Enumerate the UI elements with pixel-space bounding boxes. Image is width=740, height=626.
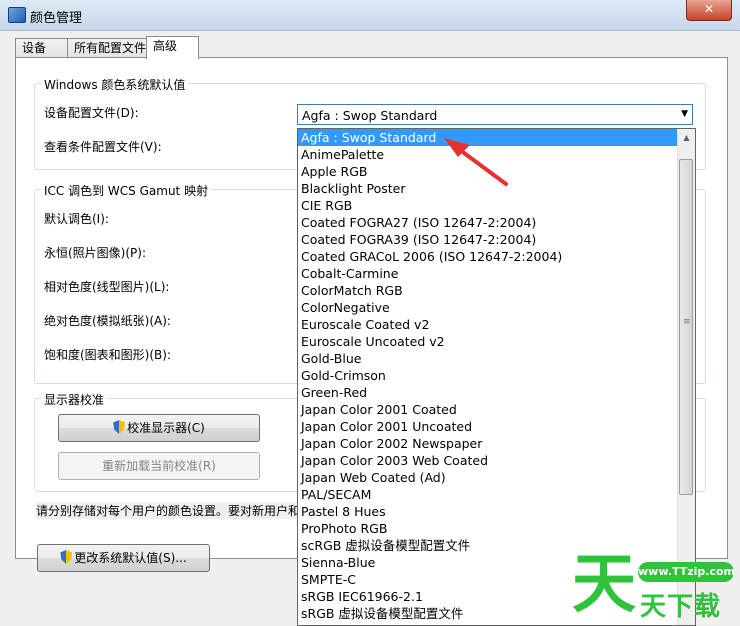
watermark-text: 天下载	[640, 592, 722, 622]
group-title: 显示器校准	[41, 391, 108, 408]
dropdown-option[interactable]: Agfa : Swop Standard	[298, 129, 678, 146]
dropdown-option[interactable]: AnimePalette	[298, 146, 678, 163]
tab-all-profiles[interactable]: 所有配置文件	[67, 38, 158, 58]
scrollbar-thumb[interactable]: ≡	[679, 159, 693, 495]
change-system-defaults-button[interactable]: 更改系统默认值(S)...	[37, 544, 210, 572]
group-title: ICC 调色到 WCS Gamut 映射	[41, 182, 212, 199]
window-title: 颜色管理	[30, 11, 83, 26]
dropdown-option[interactable]: Green-Red	[298, 384, 678, 401]
dropdown-option[interactable]: CIE RGB	[298, 197, 678, 214]
dropdown-option[interactable]: Blacklight Poster	[298, 180, 678, 197]
scroll-up-icon[interactable]: ▲	[678, 129, 695, 146]
dropdown-option[interactable]: Pastel 8 Hues	[298, 503, 678, 520]
dropdown-scrollbar[interactable]: ▲ ≡	[677, 129, 695, 625]
dropdown-option[interactable]: Coated GRACoL 2006 (ISO 12647-2:2004)	[298, 248, 678, 265]
relative-colorimetric-label: 相对色度(线型图片)(L):	[44, 280, 170, 294]
viewing-conditions-label: 查看条件配置文件(V):	[44, 140, 162, 154]
dropdown-option[interactable]: Apple RGB	[298, 163, 678, 180]
tab-advanced[interactable]: 高级	[146, 36, 199, 59]
saturation-label: 饱和度(图表和图形)(B):	[44, 348, 172, 362]
per-user-note: 请分别存储对每个用户的颜色设置。要对新用户和	[36, 502, 298, 519]
dropdown-option[interactable]: ColorNegative	[298, 299, 678, 316]
device-profile-select[interactable]: Agfa : Swop Standard ▼	[297, 104, 693, 125]
color-management-window: 颜色管理 ✕ 设备 所有配置文件 高级 Windows 颜色系统默认值 设备配置…	[0, 0, 740, 626]
uac-shield-icon	[113, 420, 126, 434]
reload-calibration-label: 重新加载当前校准(R)	[102, 459, 216, 473]
uac-shield-icon	[60, 550, 73, 564]
dropdown-option[interactable]: PAL/SECAM	[298, 486, 678, 503]
watermark-url: www.TTzip.com	[638, 562, 735, 582]
close-button[interactable]: ✕	[686, 0, 732, 21]
dropdown-option[interactable]: Japan Color 2002 Newspaper	[298, 435, 678, 452]
calibrate-display-button[interactable]: 校准显示器(C)	[58, 414, 260, 442]
default-intent-label: 默认调色(I):	[44, 212, 109, 226]
calibrate-display-label: 校准显示器(C)	[127, 421, 205, 435]
dropdown-option[interactable]: ColorMatch RGB	[298, 282, 678, 299]
selected-profile-value: Agfa : Swop Standard	[302, 108, 438, 123]
dropdown-option[interactable]: Euroscale Uncoated v2	[298, 333, 678, 350]
absolute-colorimetric-label: 绝对色度(模拟纸张)(A):	[44, 314, 171, 328]
dropdown-option[interactable]: ProPhoto RGB	[298, 520, 678, 537]
tab-devices[interactable]: 设备	[15, 38, 68, 58]
perceptual-label: 永恒(照片图像)(P):	[44, 246, 147, 260]
dropdown-option[interactable]: Gold-Crimson	[298, 367, 678, 384]
group-title: Windows 颜色系统默认值	[41, 76, 189, 93]
dropdown-option[interactable]: Coated FOGRA27 (ISO 12647-2:2004)	[298, 214, 678, 231]
dropdown-option[interactable]: Euroscale Coated v2	[298, 316, 678, 333]
device-profile-label: 设备配置文件(D):	[44, 106, 139, 120]
dropdown-option[interactable]: Cobalt-Carmine	[298, 265, 678, 282]
dropdown-option[interactable]: Japan Color 2001 Uncoated	[298, 418, 678, 435]
dropdown-option[interactable]: Japan Color 2003 Web Coated	[298, 452, 678, 469]
dropdown-option[interactable]: Japan Color 2001 Coated	[298, 401, 678, 418]
watermark-logo: 天	[572, 547, 636, 622]
color-management-icon	[8, 7, 26, 23]
reload-calibration-button[interactable]: 重新加载当前校准(R)	[58, 452, 260, 480]
chevron-down-icon[interactable]: ▼	[681, 109, 688, 119]
title-bar: 颜色管理 ✕	[0, 0, 740, 31]
grip-icon: ≡	[683, 317, 691, 327]
dropdown-option[interactable]: Coated FOGRA39 (ISO 12647-2:2004)	[298, 231, 678, 248]
change-system-defaults-label: 更改系统默认值(S)...	[74, 551, 187, 565]
dropdown-option[interactable]: Japan Web Coated (Ad)	[298, 469, 678, 486]
dropdown-option[interactable]: Gold-Blue	[298, 350, 678, 367]
